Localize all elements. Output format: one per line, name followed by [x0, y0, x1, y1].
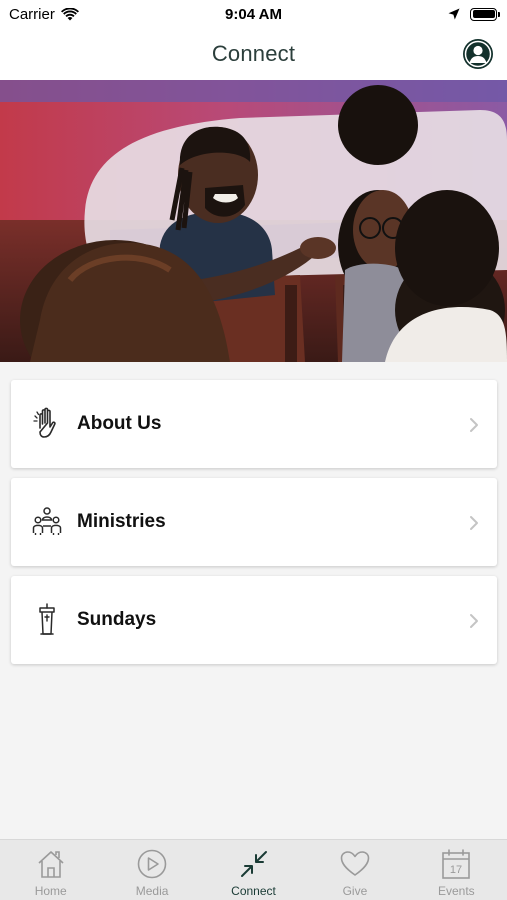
- tab-label: Media: [135, 884, 169, 898]
- wifi-icon: [60, 7, 79, 20]
- tab-give[interactable]: Give: [304, 840, 405, 900]
- menu-item-label: Sundays: [77, 609, 157, 630]
- chevron-right-icon: [470, 614, 478, 628]
- location-arrow-icon: [448, 8, 460, 20]
- status-right: [448, 7, 500, 21]
- menu-item-ministries[interactable]: Ministries: [11, 478, 497, 566]
- battery-icon: [470, 7, 500, 21]
- status-bar: Carrier 9:04 AM: [0, 0, 507, 28]
- profile-button[interactable]: [463, 39, 493, 69]
- tab-label: Give: [342, 884, 368, 898]
- home-icon: [38, 851, 64, 878]
- pulpit-icon: [39, 603, 55, 635]
- raised-hand-icon: [33, 407, 56, 438]
- menu-item-sundays[interactable]: Sundays: [11, 576, 497, 664]
- tab-events[interactable]: 17 Events: [406, 840, 507, 900]
- tab-connect[interactable]: Connect: [203, 840, 304, 900]
- tab-media[interactable]: Media: [101, 840, 202, 900]
- connect-arrows-icon: [240, 851, 267, 877]
- tab-label: Connect: [231, 884, 276, 898]
- battery-fill: [472, 10, 495, 18]
- page-title: Connect: [211, 41, 296, 66]
- hero-image: [0, 80, 507, 362]
- user-icon: [464, 40, 492, 68]
- calendar-day: 17: [450, 864, 462, 876]
- menu-item-label: About Us: [77, 413, 162, 434]
- navigation-bar: Connect: [0, 28, 507, 80]
- people-group-icon: [32, 507, 62, 535]
- tab-bar: Home Media Connect Give 17 Events: [0, 839, 507, 900]
- heart-icon: [340, 851, 370, 876]
- menu-item-about-us[interactable]: About Us: [11, 380, 497, 468]
- status-left: Carrier: [9, 6, 79, 23]
- play-circle-icon: [137, 849, 167, 879]
- menu-item-label: Ministries: [77, 511, 166, 532]
- chevron-right-icon: [470, 418, 478, 432]
- tab-label: Home: [34, 884, 67, 898]
- tab-label: Events: [437, 884, 475, 898]
- tab-home[interactable]: Home: [0, 840, 101, 900]
- chevron-right-icon: [470, 516, 478, 530]
- calendar-icon: 17: [442, 849, 471, 879]
- hero-photo-illustration: [0, 80, 507, 362]
- carrier-label: Carrier: [9, 5, 55, 23]
